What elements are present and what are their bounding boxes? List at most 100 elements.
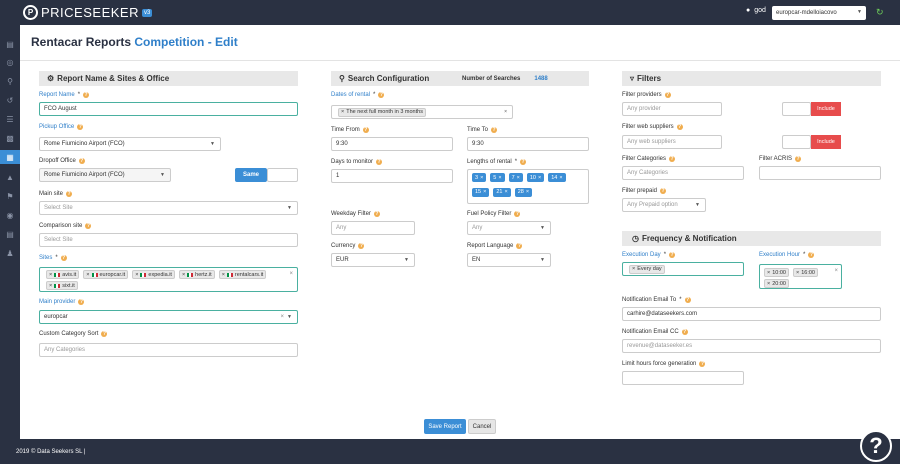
gear-icon: ⚙ [47,74,55,83]
clear-icon[interactable]: × [834,268,838,274]
dropoff-office-select[interactable]: Rome Fiumicino Airport (FCO) ▼ [39,168,171,182]
length-tag[interactable]: 28 × [514,187,533,197]
user-name: god [754,7,766,14]
same-button[interactable]: Same [235,168,267,182]
main-site-select[interactable]: Select Site ▼ [39,201,298,215]
exec-day-tag[interactable]: × Every day [629,264,665,274]
exec-hour-multiselect[interactable]: × 10:00 × 16:00 × 20:00 × [759,264,842,289]
limit-input[interactable] [622,371,744,385]
exec-hour-tag[interactable]: × 10:00 [764,268,789,277]
main-provider-label: Main provider? [39,299,85,305]
site-tag[interactable]: × rentalcars.it [218,270,267,279]
time-from-input[interactable]: 9:30 [331,137,453,151]
help-icon: ? [378,92,385,98]
lengths-label: Lengths of rental *? [467,159,527,165]
pickup-office-select[interactable]: Rome Fiumicino Airport (FCO) ▼ [39,137,221,151]
length-tag[interactable]: 5 × [490,173,505,182]
site-tag[interactable]: × expedia.it [132,270,175,279]
currency-select[interactable]: EUR ▼ [331,253,415,267]
web-suppliers-include-toggle[interactable] [782,135,811,149]
acriss-input[interactable] [759,166,881,180]
save-report-button[interactable]: Save Report [424,419,466,434]
comparison-site-input[interactable]: Select Site [39,233,298,247]
site-tag[interactable]: × avis.it [46,270,80,279]
chevron-down-icon: ▼ [287,314,292,320]
report-name-input[interactable]: FCO August [39,102,298,116]
email-cc-label: Notification Email CC? [622,329,688,335]
sidebar-flag-icon[interactable]: ⚑ [0,189,20,203]
providers-include-button[interactable]: Include [811,102,841,116]
sidebar-users-icon[interactable]: ♟ [0,246,20,260]
sidebar-target-icon[interactable]: ◉ [0,208,20,222]
sidebar-dashboard-icon[interactable]: ▤ [0,37,20,51]
exec-day-label: Execution Day *? [622,252,676,258]
days-input[interactable]: 1 [331,169,453,183]
cancel-button[interactable]: Cancel [468,419,496,434]
app-logo[interactable]: P PRICESEEKER v3 [23,5,153,20]
sidebar-doc-icon[interactable]: ▤ [0,227,20,241]
exec-hour-tag[interactable]: × 20:00 [764,279,789,288]
search-section-header: ⚲ Search Configuration Number of Searches… [331,71,589,86]
refresh-icon[interactable]: ↻ [876,7,884,18]
account-select[interactable]: europcar-mdelloiacovo ▼ [772,6,866,20]
help-icon: ? [664,92,671,98]
sidebar-globe-icon[interactable]: ◎ [0,55,20,69]
sites-multiselect[interactable]: × avis.it × europcar.it × expedia.it × h… [39,267,298,292]
weekday-input[interactable]: Any [331,221,415,235]
sidebar-car-icon[interactable]: ▦ [0,150,20,164]
length-tag[interactable]: 15 × [472,187,490,197]
filter-icon: ▿ [630,74,635,83]
help-icon: ? [681,329,688,335]
sidebar-search-icon[interactable]: ⚲ [0,74,20,88]
time-to-input[interactable]: 9:30 [467,137,589,151]
email-to-label: Notification Email To *? [622,297,691,303]
help-icon: ? [669,252,676,258]
site-tag[interactable]: × europcar.it [83,270,129,279]
clock-icon: ◷ [632,234,639,243]
help-button[interactable]: ? [860,430,892,462]
clear-icon: × [504,109,507,115]
acriss-label: Filter ACRIS? [759,156,802,162]
clear-icon[interactable]: × [289,271,293,277]
chevron-down-icon: ▼ [404,257,409,263]
site-tag[interactable]: × hertz.it [178,270,215,279]
email-to-input[interactable]: carhire@dataseekers.com [622,307,881,321]
custom-sort-input[interactable]: Any Categories [39,343,298,357]
exec-day-multiselect[interactable]: × Every day [622,262,744,276]
prepaid-select[interactable]: Any Prepaid option ▼ [622,198,706,212]
custom-sort-label: Custom Category Sort? [39,331,108,337]
same-toggle-off[interactable] [267,168,298,182]
help-icon: ? [795,156,802,162]
providers-input[interactable]: Any provider [622,102,722,116]
length-tag[interactable]: 21 × [493,187,511,197]
user-menu[interactable]: ● god [746,7,766,14]
dates-multiselect[interactable]: × The next full month in 3 months × [331,105,513,119]
chevron-down-icon: ▼ [540,257,545,263]
language-select[interactable]: EN ▼ [467,253,551,267]
length-tag[interactable]: 3 × [472,173,487,182]
dates-tag[interactable]: × The next full month in 3 months [338,107,426,117]
frequency-section-header: ◷ Frequency & Notification [622,231,881,246]
sidebar-chart-icon[interactable]: ▩ [0,131,20,145]
web-suppliers-input[interactable]: Any web suppliers [622,135,722,149]
sidebar: ▤ ◎ ⚲ ↺ ☰ ▩ ▦ ▲ ⚑ ◉ ▤ ♟ [0,25,20,439]
help-icon: ? [669,156,676,162]
email-cc-input[interactable]: revenue@dataseeker.es [622,339,881,353]
providers-include-toggle[interactable] [782,102,811,116]
page-title: Rentacar Reports Competition - Edit [31,35,238,49]
lengths-multiselect[interactable]: 3 × 5 × 7 × 10 × 14 × 15 × 21 × 28 × [467,169,589,204]
fuel-select[interactable]: Any ▼ [467,221,551,235]
version-badge: v3 [141,8,153,17]
sidebar-history-icon[interactable]: ↺ [0,93,20,107]
sidebar-list-icon[interactable]: ☰ [0,112,20,126]
help-icon: ? [376,159,383,165]
web-suppliers-include-button[interactable]: Include [811,135,841,149]
length-tag[interactable]: 7 × [508,173,523,182]
site-tag[interactable]: × sixt.it [46,281,78,290]
main-provider-select[interactable]: europcar × ▼ [39,310,298,324]
categories-input[interactable]: Any Categories [622,166,744,180]
sidebar-tag-icon[interactable]: ▲ [0,170,20,184]
length-tag[interactable]: 10 × [526,173,545,182]
length-tag[interactable]: 14 × [548,173,566,182]
exec-hour-tag[interactable]: × 16:00 [792,268,818,277]
